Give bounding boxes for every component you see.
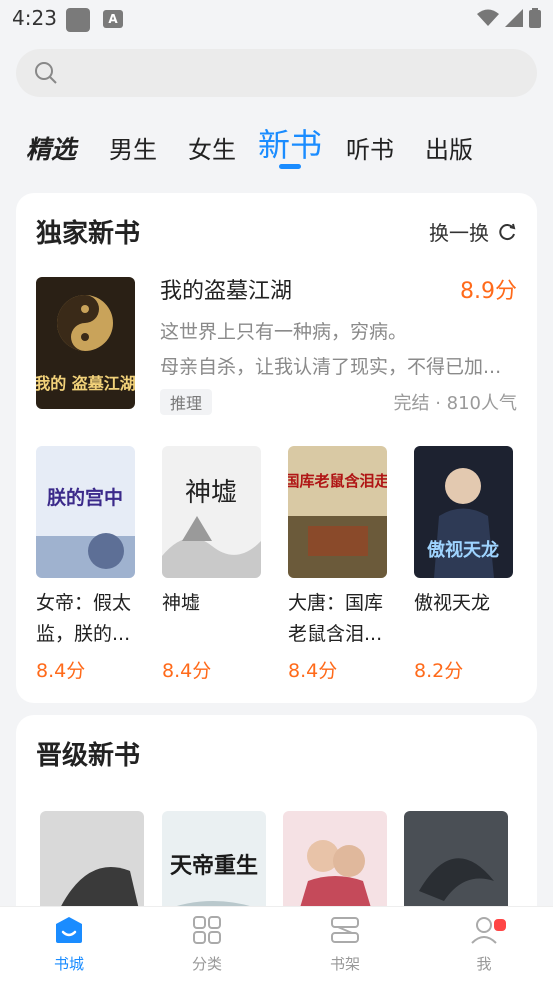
promoted-new-books-card: 晋级新书 天帝重生 bbox=[16, 715, 537, 935]
nav-profile[interactable]: 我 bbox=[444, 915, 524, 974]
tab-featured[interactable]: 精选 bbox=[26, 130, 76, 166]
featured-book-score: 8.9分 bbox=[460, 279, 517, 304]
nav-label: 分类 bbox=[191, 955, 222, 973]
wifi-icon bbox=[477, 9, 499, 26]
book-item[interactable]: 国库老鼠含泪走 大唐：国库老鼠含泪... 8.4分 bbox=[288, 446, 388, 683]
search-icon bbox=[35, 62, 57, 84]
status-bar: 4:23 A bbox=[0, 0, 553, 38]
bottom-navigation: 书城 分类 书架 我 bbox=[0, 906, 553, 985]
refresh-label: 换一换 bbox=[429, 221, 489, 245]
book-cover: 国库老鼠含泪走 bbox=[288, 446, 387, 578]
nav-label: 书城 bbox=[53, 955, 84, 973]
book-score: 8.4分 bbox=[162, 660, 212, 682]
book-score: 8.4分 bbox=[288, 660, 338, 682]
notification-icon bbox=[66, 8, 90, 32]
tab-new-books[interactable]: 新书 bbox=[258, 120, 322, 166]
tab-male[interactable]: 男生 bbox=[109, 130, 157, 165]
book-cover: 朕的宫中 bbox=[36, 446, 135, 578]
book-score: 8.4分 bbox=[36, 660, 86, 682]
book-item[interactable]: 傲视天龙 傲视天龙 8.2分 bbox=[414, 446, 514, 683]
status-time: 4:23 bbox=[12, 6, 57, 30]
book-cover: 神墟 bbox=[162, 446, 261, 578]
book-status-meta: 完结 · 810人气 bbox=[393, 393, 517, 414]
book-title: 大唐：国库老鼠含泪... bbox=[288, 592, 384, 645]
tab-female[interactable]: 女生 bbox=[188, 130, 236, 165]
status-indicators bbox=[477, 8, 541, 28]
book-title: 女帝：假太监，朕的... bbox=[36, 592, 132, 645]
nav-bookshelf[interactable]: 书架 bbox=[305, 915, 385, 974]
book-item[interactable]: 朕的宫中 女帝：假太监，朕的... 8.4分 bbox=[36, 446, 136, 683]
section-title: 独家新书 bbox=[36, 219, 141, 249]
tab-published[interactable]: 出版 bbox=[425, 130, 473, 165]
category-tabs: 精选 男生 女生 新书 听书 出版 bbox=[0, 112, 553, 172]
search-bar[interactable] bbox=[16, 49, 537, 97]
genre-tag[interactable]: 推理 bbox=[160, 389, 213, 415]
book-cover: 傲视天龙 bbox=[414, 446, 513, 578]
book-title: 傲视天龙 bbox=[414, 592, 491, 614]
description-line: 母亲自杀，让我认清了现实，不得已加... bbox=[160, 356, 502, 378]
book-score: 8.2分 bbox=[414, 660, 464, 682]
description-line: 这世界上只有一种病，穷病。 bbox=[160, 321, 408, 343]
cover-title: 傲视天龙 bbox=[427, 539, 499, 561]
tab-audiobooks[interactable]: 听书 bbox=[346, 130, 394, 165]
featured-book-cover[interactable]: 我的 盗墓江湖 bbox=[36, 277, 135, 409]
notification-badge bbox=[492, 917, 508, 933]
active-tab-indicator bbox=[279, 164, 301, 169]
cover-title: 国库老鼠含泪走 bbox=[288, 472, 387, 490]
book-title: 神墟 bbox=[162, 592, 201, 614]
signal-icon bbox=[505, 9, 523, 27]
cover-title: 朕的宫中 bbox=[47, 486, 123, 509]
bookshelf-icon bbox=[331, 917, 359, 943]
book-item[interactable]: 神墟 神墟 8.4分 bbox=[162, 446, 262, 683]
bookstore-icon bbox=[56, 917, 82, 943]
nav-bookstore[interactable]: 书城 bbox=[29, 915, 109, 974]
category-icon bbox=[193, 916, 221, 944]
nav-label: 我 bbox=[476, 955, 492, 973]
keyboard-notification-icon: A bbox=[103, 10, 123, 28]
section-title: 晋级新书 bbox=[36, 741, 141, 771]
refresh-icon bbox=[499, 223, 516, 240]
featured-cover-title: 我的 盗墓江湖 bbox=[36, 374, 135, 393]
battery-icon bbox=[529, 8, 541, 28]
cover-title: 天帝重生 bbox=[170, 853, 258, 879]
refresh-button[interactable]: 换一换 bbox=[429, 217, 517, 246]
cover-title: 神墟 bbox=[185, 478, 237, 508]
nav-category[interactable]: 分类 bbox=[167, 915, 247, 974]
nav-label: 书架 bbox=[329, 955, 360, 973]
exclusive-new-books-card: 独家新书 换一换 我的 盗墓江湖 我的盗墓江湖 8.9分 这世界上只有一种病，穷… bbox=[16, 193, 537, 703]
featured-book-title[interactable]: 我的盗墓江湖 bbox=[160, 273, 292, 305]
featured-book-description: 这世界上只有一种病，穷病。 母亲自杀，让我认清了现实，不得已加... bbox=[160, 315, 520, 385]
